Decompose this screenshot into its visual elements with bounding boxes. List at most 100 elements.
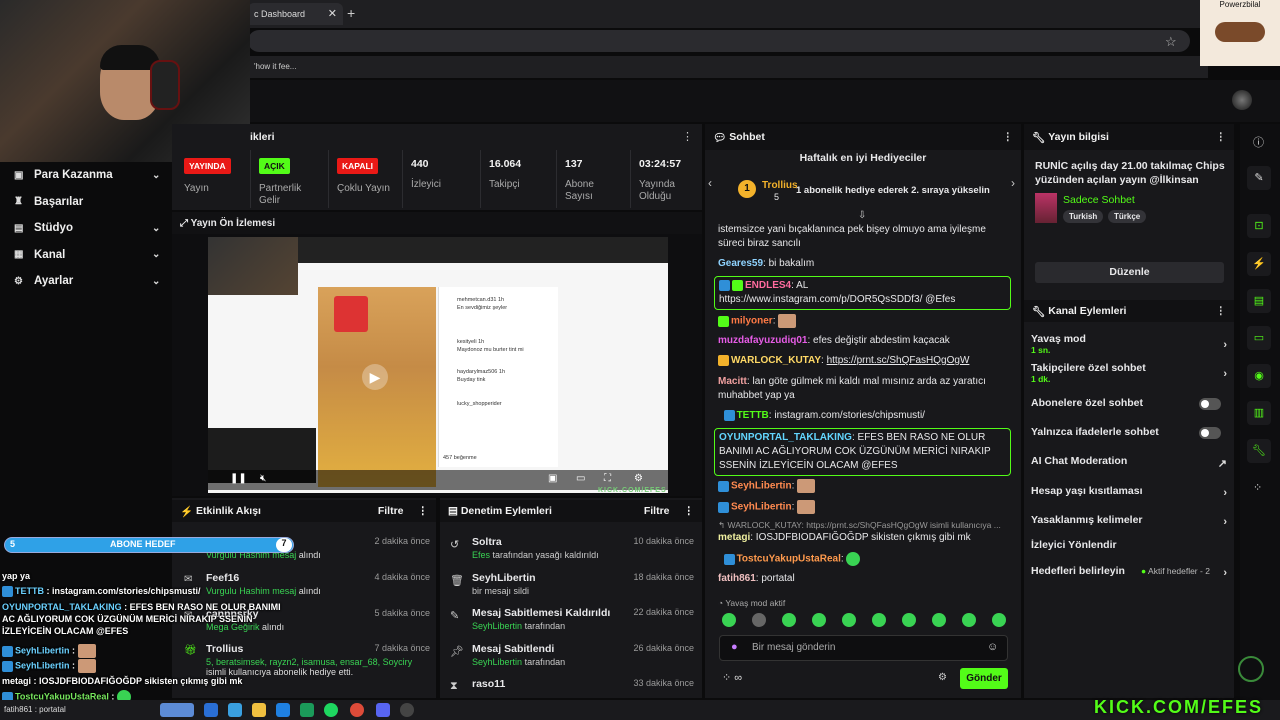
chat-user[interactable]: SeyhLibertin [731,481,792,492]
emote-icon[interactable] [812,613,826,627]
sidebar-item-ayarlar[interactable]: ⚙ Ayarlar ⌄ [0,268,172,295]
emote-icon[interactable] [992,613,1006,627]
play-icon[interactable]: ▶ [362,364,388,390]
fullscreen-icon[interactable]: ⛶ [604,473,611,484]
taskbar-app-icon[interactable] [252,703,266,717]
more-options-icon[interactable]: ⋮ [1003,131,1014,143]
emote-icon[interactable] [722,613,736,627]
close-tab-icon[interactable]: ✕ [328,7,337,20]
chevron-left-icon[interactable]: ‹ [708,176,712,190]
action-banned-words[interactable]: Yasaklanmış kelimeler › [1031,514,1227,528]
sidebar-item-para-kazanma[interactable]: ▣ Para Kazanma ⌄ [0,162,172,189]
emote-icon[interactable] [872,613,886,627]
taskbar-app-icon[interactable] [300,703,314,717]
action-emote-only[interactable]: Yalnızca ifadelerle sohbet [1031,426,1227,439]
emote-icon[interactable] [902,613,916,627]
avatar[interactable] [1232,90,1252,110]
settings-icon[interactable]: ⚙ [634,473,643,484]
wrench-icon[interactable]: 🔧︎ [1247,439,1271,463]
chat-input[interactable]: Bir mesaj gönderin [719,635,1008,661]
chat-link[interactable]: https://prnt.sc/ShQFasHQgOgW [827,355,970,366]
action-goals[interactable]: Hedefleri belirleyin ● Aktif hedefler - 2… [1031,565,1227,579]
chat-user[interactable]: fatih861 [718,573,756,584]
pause-icon[interactable]: ❚❚ [230,473,247,484]
sidebar-item-studyo[interactable]: ▤ Stüdyo ⌄ [0,215,172,242]
pinned-icon[interactable]: ⇩ [858,210,866,221]
filter-button[interactable]: Filtre [378,505,404,517]
chat-icon[interactable]: ▭ [1247,326,1271,350]
chat-tools-icon[interactable]: ⁘ ∞ [722,671,742,684]
taskbar-app-icon[interactable] [204,703,218,717]
action-label: Yavaş mod [1031,333,1086,345]
emote-icon[interactable] [752,613,766,627]
emote-icon[interactable] [962,613,976,627]
category-name[interactable]: Sadece Sohbet [1063,194,1135,206]
bookmark-item[interactable]: 'how it fee... [254,62,296,71]
more-options-icon[interactable]: ⋮ [682,130,693,143]
chat-reply-preview[interactable]: ↰ WARLOCK_KUTAY: https://prnt.sc/ShQFasH… [718,518,1010,532]
taskbar-app-icon[interactable] [276,703,290,717]
toggle[interactable] [1199,427,1221,439]
action-slow-mode[interactable]: Yavaş mod 1 sn. › [1031,333,1227,355]
gear-icon[interactable]: ⚙ [938,672,947,683]
mute-icon[interactable]: 🔇︎ [260,473,266,484]
chat-user[interactable]: milyoner [731,316,773,327]
lightning-icon: ⚡ [180,505,196,518]
sidebar-item-kanal[interactable]: ▦ Kanal ⌄ [0,242,172,269]
taskbar-app-icon[interactable] [160,703,194,717]
emote-bar [718,611,1010,629]
more-options-icon[interactable]: ⋮ [684,505,695,517]
chevron-right-icon: › [1223,567,1227,579]
action-ai-moderation[interactable]: AI Chat Moderation ↗ [1031,455,1227,470]
info-icon[interactable]: ⓘ [1253,134,1264,150]
chat-user[interactable]: metagi [718,532,750,543]
chat-user[interactable]: TETTB [737,410,769,421]
more-options-icon[interactable]: ⋮ [418,505,429,517]
filter-button[interactable]: Filtre [644,505,670,517]
toggle[interactable] [1199,398,1221,410]
chat-user[interactable]: TostcuYakupUstaReal [737,554,841,565]
emote-icon[interactable] [932,613,946,627]
chat-user[interactable]: SeyhLibertin [731,502,792,513]
bookmark-star-icon[interactable]: ☆ [1165,34,1177,50]
taskbar-app-icon[interactable] [376,703,390,717]
lightning-icon[interactable]: ⚡ [1247,252,1271,276]
browser-tab[interactable]: c Dashboard ✕ [248,3,343,25]
send-button[interactable]: Gönder [960,668,1008,689]
chat-user[interactable]: Macitt [718,376,747,387]
new-tab-icon[interactable]: + [347,5,355,21]
clipboard-icon[interactable]: ▤ [1247,289,1271,313]
taskbar-app-icon[interactable] [350,703,364,717]
action-subscribers-only[interactable]: Abonelere özel sohbet [1031,397,1227,410]
edit-icon[interactable]: ✎ [1247,166,1271,190]
more-options-icon[interactable]: ⋮ [1216,305,1227,317]
layout-icon[interactable]: ▥ [1247,401,1271,425]
taskbar-app-icon[interactable] [324,703,338,717]
chevron-right-icon[interactable]: › [1011,176,1015,190]
emoji-icon[interactable]: ☺ [987,641,998,653]
address-bar[interactable] [248,30,1190,52]
taskbar-app-icon[interactable] [400,703,414,717]
taskbar-app-icon[interactable] [228,703,242,717]
chat-user[interactable]: ENDLES4 [745,280,791,291]
broadcast-icon[interactable]: ◉ [1247,364,1271,388]
chat-user[interactable]: OYUNPORTAL_TAKLAKING [719,432,852,443]
theater-icon[interactable]: ▭ [576,473,585,484]
edit-button[interactable]: Düzenle [1035,262,1224,283]
overlay-line: yap ya [2,570,30,582]
action-followers-only[interactable]: Takipçilere özel sohbet 1 dk. › [1031,362,1227,384]
sidebar-item-basarilar[interactable]: ♜ Başarılar [0,189,172,216]
chat-user[interactable]: muzdafayuzudiq01 [718,335,807,346]
chat-user[interactable]: WARLOCK_KUTAY [731,355,821,366]
action-account-age[interactable]: Hesap yaşı kısıtlaması › [1031,485,1227,499]
expand-icon[interactable]: ⤢ [180,218,191,229]
emote-icon[interactable] [782,613,796,627]
more-options-icon[interactable]: ⋮ [1216,131,1227,143]
emote-icon[interactable] [842,613,856,627]
action-host[interactable]: İzleyici Yönlendir [1031,539,1227,551]
apps-icon[interactable]: ⁘ [1253,481,1262,494]
pip-icon[interactable]: ▣ [548,473,557,484]
mic-icon[interactable]: ● [731,641,738,653]
target-icon[interactable]: ⊡ [1247,214,1271,238]
chat-user[interactable]: Geares59 [718,258,763,269]
